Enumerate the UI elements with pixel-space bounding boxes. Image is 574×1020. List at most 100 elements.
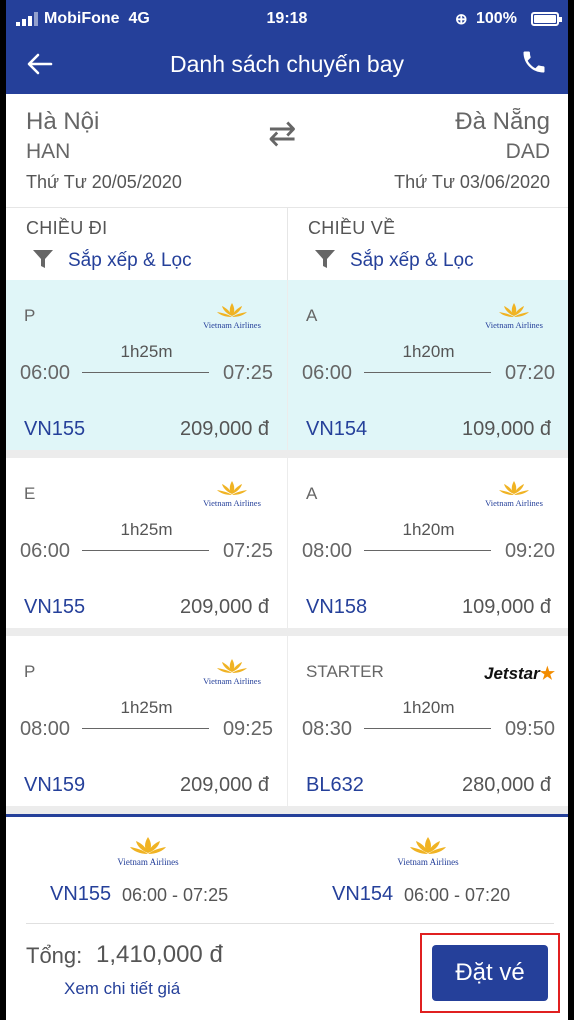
vietnam-airlines-logo: Vietnam Airlines	[485, 481, 543, 508]
svg-text:Vietnam Airlines: Vietnam Airlines	[203, 676, 261, 686]
selected-return-time: 06:00 - 07:20	[404, 885, 511, 905]
flight-card[interactable]: A Vietnam Airlines 1h20m 06:00 07:20 VN154 109…	[288, 280, 568, 450]
vietnam-airlines-logo: Vietnam Airlines	[485, 303, 543, 330]
duration-line	[364, 372, 491, 373]
outbound-sort-filter-button[interactable]: Sắp xếp & Lọc	[68, 250, 192, 272]
svg-text:Vietnam Airlines: Vietnam Airlines	[485, 320, 543, 330]
departure-time: 08:30	[302, 718, 353, 740]
divider	[26, 923, 554, 924]
duration-line	[82, 550, 209, 551]
arrival-time: 09:25	[222, 718, 273, 740]
filter-icon[interactable]	[314, 248, 336, 270]
flight-card[interactable]: STARTER Jetstar★ 1h20m 08:30 09:50 BL632 280,0…	[288, 636, 568, 806]
battery-percent: 100%	[476, 10, 517, 27]
return-header: CHIỀU VỀ Sắp xếp & Lọc	[288, 208, 568, 280]
selected-outbound-time: 06:00 - 07:25	[122, 885, 229, 905]
vietnam-airlines-logo: Vietnam Airlines	[203, 659, 261, 686]
arrival-time: 07:25	[222, 362, 273, 384]
departure-time: 06:00	[20, 540, 71, 562]
arrival-time: 07:25	[222, 540, 273, 562]
destination-city: Đà Nẵng	[455, 108, 550, 135]
vietnam-airlines-logo: Vietnam Airlines	[397, 837, 459, 867]
svg-text:Vietnam Airlines: Vietnam Airlines	[485, 498, 543, 508]
flight-price: 280,000 đ	[462, 774, 551, 796]
swap-route-icon[interactable]: ⇄	[268, 114, 297, 154]
nav-bar: Danh sách chuyến bay	[6, 38, 568, 94]
return-date: Thứ Tư 03/06/2020	[394, 172, 550, 192]
outbound-header: CHIỀU ĐI Sắp xếp & Lọc	[6, 208, 287, 280]
flight-number: VN158	[306, 596, 368, 618]
flight-number: VN154	[306, 418, 368, 440]
departure-time: 08:00	[302, 540, 353, 562]
flight-duration: 1h25m	[120, 342, 173, 361]
origin-code: HAN	[26, 140, 71, 163]
phone-icon[interactable]	[520, 48, 552, 80]
vietnam-airlines-logo: Vietnam Airlines	[203, 481, 261, 508]
flight-price: 109,000 đ	[462, 596, 551, 618]
return-label: CHIỀU VỀ	[308, 218, 396, 238]
fare-class: E	[24, 484, 36, 503]
battery-icon	[531, 12, 562, 26]
origin-city: Hà Nội	[26, 108, 100, 135]
return-sort-filter-button[interactable]: Sắp xếp & Lọc	[350, 250, 474, 272]
flight-card[interactable]: P Vietnam Airlines 1h25m 06:00 07:25 VN155 209…	[6, 280, 287, 450]
price-detail-link[interactable]: Xem chi tiết giá	[64, 979, 180, 999]
destination-code: DAD	[505, 140, 550, 163]
back-arrow-icon[interactable]	[26, 46, 62, 82]
top-bar: MobiFone 4G 19:18 ⊕ 100% Danh sách chuyế…	[6, 0, 568, 94]
flight-price: 209,000 đ	[180, 418, 269, 440]
vietnam-airlines-logo: Vietnam Airlines	[203, 303, 261, 330]
duration-line	[82, 728, 209, 729]
book-button-highlight: Đặt vé	[420, 933, 560, 1013]
direction-headers: CHIỀU ĐI Sắp xếp & Lọc CHIỀU VỀ Sắp xếp …	[6, 208, 568, 280]
flight-duration: 1h25m	[120, 520, 173, 539]
jetstar-logo: Jetstar★	[484, 664, 556, 683]
selected-outbound-flight: VN155	[50, 883, 112, 905]
svg-text:Vietnam Airlines: Vietnam Airlines	[203, 320, 261, 330]
flight-duration: 1h20m	[402, 342, 455, 361]
arrival-time: 07:20	[504, 362, 555, 384]
app-frame: MobiFone 4G 19:18 ⊕ 100% Danh sách chuyế…	[6, 0, 568, 1020]
book-ticket-button[interactable]: Đặt vé	[432, 945, 548, 1001]
rotation-lock-icon: ⊕	[455, 11, 468, 28]
fare-class: STARTER	[306, 662, 384, 681]
status-bar: MobiFone 4G 19:18 ⊕ 100%	[6, 0, 568, 38]
duration-line	[82, 372, 209, 373]
outbound-label: CHIỀU ĐI	[26, 218, 108, 238]
filter-icon[interactable]	[32, 248, 54, 270]
flight-number: VN155	[24, 418, 86, 440]
total-price: 1,410,000 đ	[96, 941, 223, 968]
flight-duration: 1h20m	[402, 698, 455, 717]
vietnam-airlines-logo: Vietnam Airlines	[117, 837, 179, 867]
booking-summary: Vietnam Airlines Vietnam Airlines VN155 …	[6, 814, 568, 1020]
flight-price: 109,000 đ	[462, 418, 551, 440]
fare-class: A	[306, 306, 318, 325]
arrival-time: 09:50	[504, 718, 555, 740]
svg-text:Vietnam Airlines: Vietnam Airlines	[117, 857, 179, 867]
fare-class: A	[306, 484, 318, 503]
flight-price: 209,000 đ	[180, 774, 269, 796]
flight-card[interactable]: A Vietnam Airlines 1h20m 08:00 09:20 VN158 109…	[288, 458, 568, 628]
flight-duration: 1h25m	[120, 698, 173, 717]
page-title: Danh sách chuyến bay	[170, 51, 404, 77]
duration-line	[364, 728, 491, 729]
departure-time: 06:00	[302, 362, 353, 384]
flight-number: VN155	[24, 596, 86, 618]
flight-card[interactable]: P Vietnam Airlines 1h25m 08:00 09:25 VN159 209…	[6, 636, 287, 806]
selected-return-flight: VN154	[332, 883, 394, 905]
fare-class: P	[24, 662, 36, 681]
total-label: Tổng:	[26, 943, 83, 968]
svg-text:Vietnam Airlines: Vietnam Airlines	[397, 857, 459, 867]
duration-line	[364, 550, 491, 551]
departure-time: 08:00	[20, 718, 71, 740]
star-icon: ★	[539, 664, 556, 683]
departure-date: Thứ Tư 20/05/2020	[26, 172, 182, 192]
flight-card[interactable]: E Vietnam Airlines 1h25m 06:00 07:25 VN155 209…	[6, 458, 287, 628]
svg-text:Vietnam Airlines: Vietnam Airlines	[203, 498, 261, 508]
flight-number: BL632	[306, 774, 364, 796]
flight-price: 209,000 đ	[180, 596, 269, 618]
departure-time: 06:00	[20, 362, 71, 384]
flight-number: VN159	[24, 774, 86, 796]
route-summary: Hà Nội HAN Thứ Tư 20/05/2020 ⇄ Đà Nẵng D…	[6, 94, 568, 208]
fare-class: P	[24, 306, 36, 325]
